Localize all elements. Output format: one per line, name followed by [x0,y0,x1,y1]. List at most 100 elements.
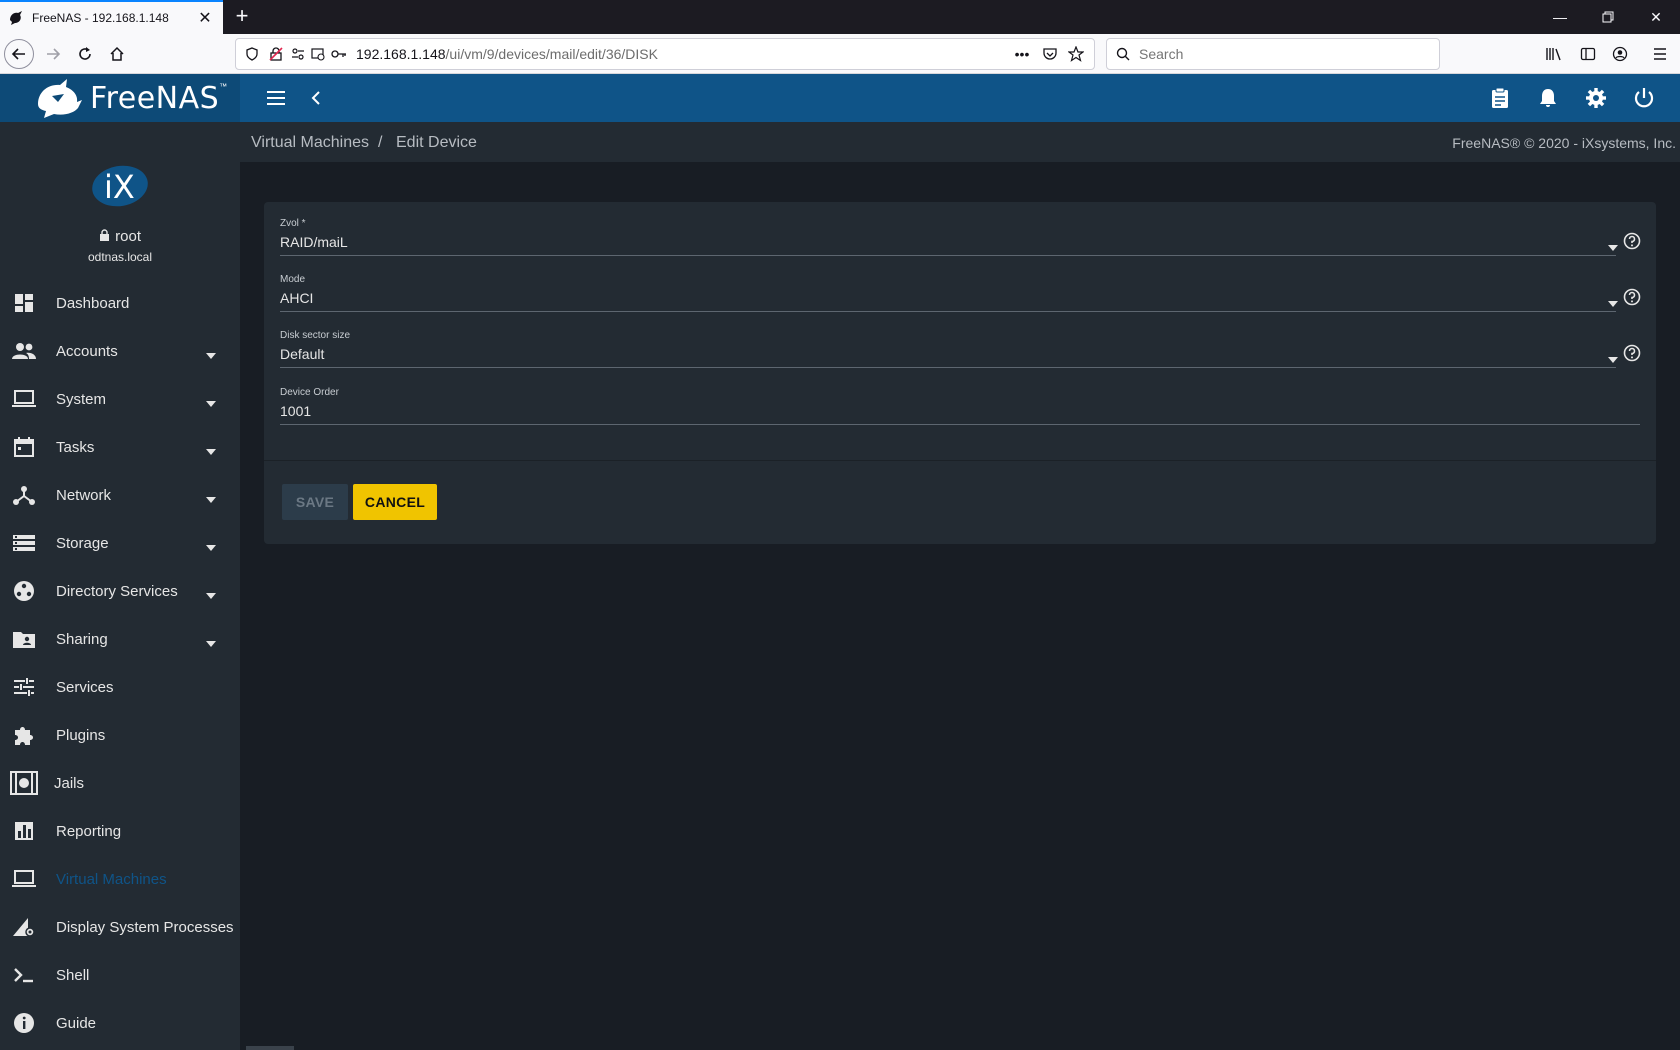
sidebar-item-label: Sharing [56,630,108,648]
caret-down-icon [206,586,216,599]
forward-icon[interactable] [38,39,68,69]
sidebar-item-label: Display System Processes [56,918,234,936]
edit-device-form: Zvol * RAID/maiL Mode AHCI Disk sector s… [264,202,1656,544]
system-processes-icon [12,915,36,939]
caret-down-icon [206,442,216,455]
sidebar-toggle-icon[interactable] [1578,44,1598,64]
breadcrumb-virtual-machines[interactable]: Virtual Machines [251,134,369,152]
url-path: /ui/vm/9/devices/mail/edit/36/DISK [445,46,658,62]
gear-icon[interactable] [1582,84,1610,112]
close-window-icon[interactable]: ✕ [1632,0,1680,34]
cancel-button[interactable]: CANCEL [353,484,437,520]
browser-tab[interactable]: FreeNAS - 192.168.1.148 ✕ [0,0,223,34]
device-order-underline [280,424,1640,425]
hostname: odtnas.local [87,250,153,264]
disk-sector-size-field[interactable]: Disk sector size Default [280,330,1641,370]
bell-icon[interactable] [1534,84,1562,112]
bookmark-star-icon[interactable] [1066,44,1086,64]
menu-toggle-icon[interactable] [262,84,290,112]
url-bar[interactable]: 192.168.1.148/ui/vm/9/devices/mail/edit/… [235,38,1095,70]
library-icon[interactable] [1544,44,1564,64]
sidebar-item-shell[interactable]: Shell [0,951,240,999]
freenas-shark-icon [34,78,84,118]
caret-down-icon [206,394,216,407]
disk-sector-size-label: Disk sector size [280,330,351,341]
brand-logo[interactable]: FreeNAS ™ [0,74,240,122]
device-order-input[interactable]: 1001 [280,403,311,419]
new-tab-icon[interactable]: + [230,5,254,29]
sidebar-item-label: Services [56,678,114,696]
sidebar-item-jails[interactable]: Jails [0,759,240,807]
sidebar-item-network[interactable]: Network [0,471,240,519]
insecure-lock-icon[interactable] [268,46,284,62]
search-input[interactable] [1139,46,1419,62]
sidebar-item-storage[interactable]: Storage [0,519,240,567]
mode-select[interactable]: AHCI [280,290,313,306]
caret-down-icon [206,538,216,551]
copyright-text: FreeNAS® © 2020 - iXsystems, Inc. [1452,135,1676,151]
freenas-favicon-icon [8,10,24,26]
brand-trademark: ™ [219,82,228,91]
sidebar-item-directory-services[interactable]: Directory Services [0,567,240,615]
zvol-label: Zvol * [280,218,306,229]
mode-field[interactable]: Mode AHCI [280,274,1641,314]
brand-name: FreeNAS [90,80,220,116]
key-icon[interactable] [330,46,348,62]
sidebar-item-guide[interactable]: Guide [0,999,240,1047]
sidebar-item-tasks[interactable]: Tasks [0,423,240,471]
autoplay-blocked-icon[interactable] [310,46,326,62]
ixsystems-logo-icon: iX [91,164,149,208]
help-icon[interactable] [1623,344,1641,362]
shield-icon[interactable] [244,46,260,62]
zvol-select[interactable]: RAID/maiL [280,234,348,250]
caret-down-icon[interactable] [1608,350,1618,363]
username-display: root [0,228,240,245]
pocket-icon[interactable] [1040,44,1060,64]
help-icon[interactable] [1623,232,1641,250]
sidebar-item-accounts[interactable]: Accounts [0,327,240,375]
restore-window-icon[interactable] [1584,0,1632,34]
sidebar-item-sharing[interactable]: Sharing [0,615,240,663]
mode-underline [280,311,1616,312]
caret-down-icon[interactable] [1608,238,1618,251]
calendar-icon [12,435,36,459]
browser-menu-icon[interactable] [1650,44,1670,64]
caret-down-icon [206,490,216,503]
info-icon [12,1011,36,1035]
sidebar-item-label: System [56,390,107,408]
network-icon [12,483,36,507]
browser-search-bar[interactable] [1106,38,1440,70]
disk-sector-size-select[interactable]: Default [280,346,324,362]
app-topbar: FreeNAS ™ [0,74,1680,122]
page-actions-icon[interactable]: ••• [1012,46,1032,62]
home-icon[interactable] [102,39,132,69]
sidebar-item-label: Network [56,486,112,504]
caret-down-icon [206,634,216,647]
power-icon[interactable] [1630,84,1658,112]
back-icon[interactable] [4,39,34,69]
sidebar-item-display-system-processes[interactable]: Display System Processes [0,903,240,951]
save-button[interactable]: SAVE [282,484,348,520]
help-icon[interactable] [1623,288,1641,306]
minimize-window-icon[interactable]: ― [1536,0,1584,34]
sidebar-item-virtual-machines[interactable]: Virtual Machines [0,855,240,903]
sidebar-item-services[interactable]: Services [0,663,240,711]
terminal-icon [12,963,36,987]
sidebar-item-label: Reporting [56,822,122,840]
chevron-left-icon[interactable] [302,84,330,112]
sidebar-item-system[interactable]: System [0,375,240,423]
reload-icon[interactable] [70,39,100,69]
task-manager-icon[interactable] [1486,84,1514,112]
permissions-icon[interactable] [290,46,306,62]
close-tab-icon[interactable]: ✕ [195,8,215,28]
sidebar-item-label: Storage [56,534,109,552]
zvol-field[interactable]: Zvol * RAID/maiL [280,218,1641,258]
sidebar-item-plugins[interactable]: Plugins [0,711,240,759]
sidebar-item-dashboard[interactable]: Dashboard [0,279,240,327]
mode-label: Mode [280,274,306,285]
caret-down-icon[interactable] [1608,294,1618,307]
account-icon[interactable] [1610,44,1630,64]
sidebar-item-reporting[interactable]: Reporting [0,807,240,855]
device-order-field[interactable]: Device Order 1001 [280,387,1640,427]
horizontal-scrollbar[interactable] [246,1046,294,1050]
